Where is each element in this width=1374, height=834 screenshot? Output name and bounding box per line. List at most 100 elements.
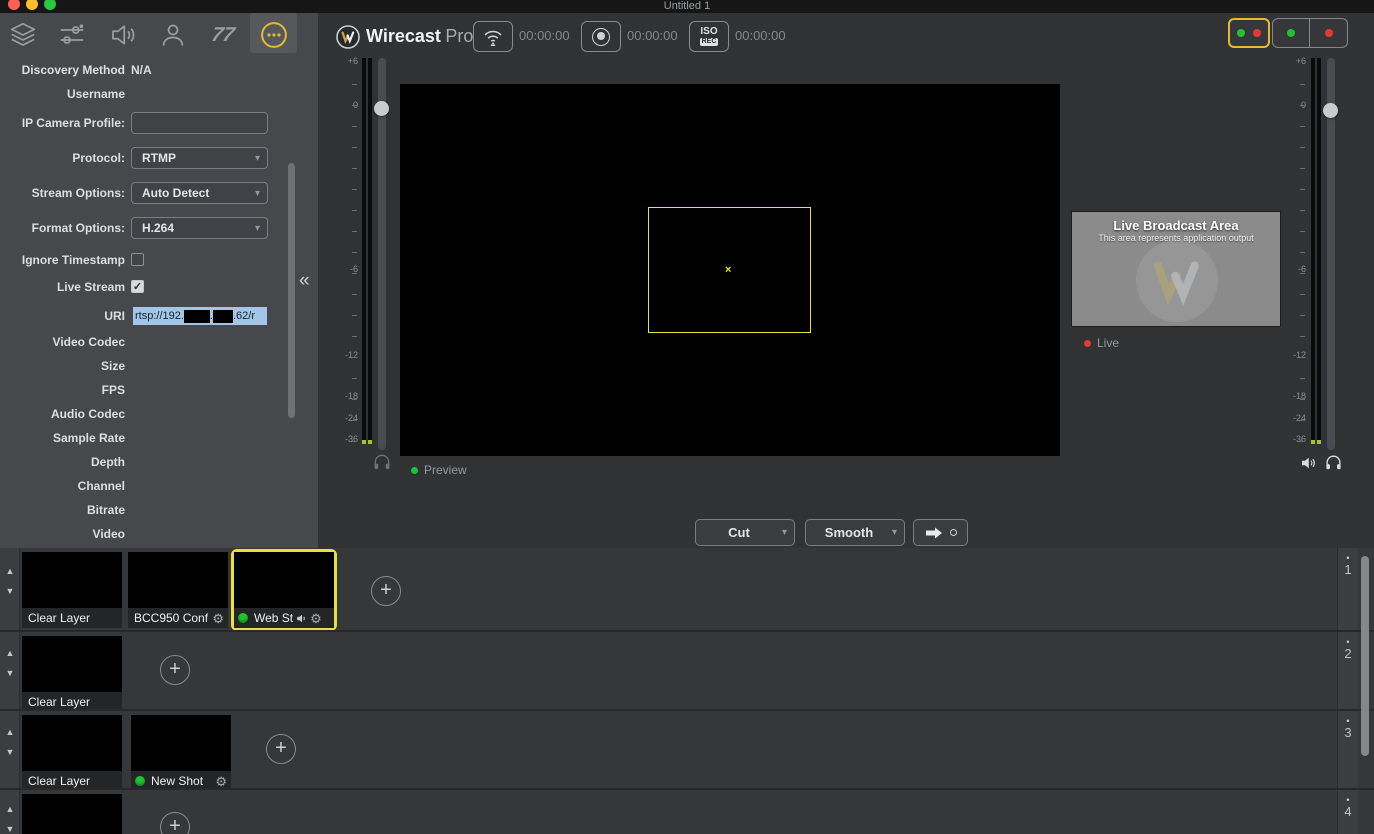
audio-mixer-icon[interactable] [57, 20, 87, 50]
layout-preview-only-button[interactable] [1272, 18, 1310, 48]
app-name: Wirecast [366, 26, 441, 46]
go-transition-button[interactable] [913, 519, 968, 546]
green-dot-icon [1237, 29, 1245, 37]
add-shot-button[interactable]: + [266, 734, 296, 764]
shot-clear-layer[interactable]: Clear Layer [22, 552, 122, 628]
ip-camera-profile-label: IP Camera Profile: [0, 116, 125, 130]
headphones-icon[interactable] [1324, 453, 1343, 477]
protocol-select[interactable]: RTMP ▾ [131, 147, 268, 169]
record-button[interactable] [581, 21, 621, 52]
add-shot-button[interactable]: + [160, 812, 190, 834]
selection-center-handle[interactable]: × [725, 264, 731, 276]
preview-canvas[interactable]: × [400, 84, 1060, 456]
wirecast-logo [336, 25, 360, 49]
layers-icon[interactable] [8, 20, 38, 50]
move-layer-down-button[interactable]: ▼ [0, 747, 20, 757]
window-title: Untitled 1 [0, 0, 1374, 13]
move-layer-down-button[interactable]: ▼ [0, 586, 20, 596]
preview-volume-knob[interactable] [374, 101, 389, 116]
shot-label: BCC950 Conf [128, 611, 208, 625]
live-broadcast-area: Live Broadcast Area This area represents… [1071, 211, 1281, 327]
shot-clear-layer[interactable]: Clear Layer [22, 636, 122, 712]
stream-options-value: Auto Detect [132, 186, 255, 200]
layer-number-column: • 3 [1337, 711, 1358, 788]
move-layer-down-button[interactable]: ▼ [0, 668, 20, 678]
live-dot-icon [135, 776, 145, 786]
depth-label: Depth [0, 455, 125, 469]
shot-clear-layer[interactable]: Clear Layer [22, 794, 122, 834]
uri-text-part: rtsp://192. [135, 310, 184, 322]
iso-record-button[interactable]: ISO REC [689, 21, 729, 52]
layout-live-only-button[interactable] [1310, 18, 1348, 48]
more-options-icon[interactable] [259, 20, 289, 50]
gear-icon[interactable]: ⚙ [215, 775, 231, 788]
shot-label: Clear Layer [22, 695, 90, 709]
shot-new-shot[interactable]: New Shot ⚙ [131, 715, 231, 791]
iso-rec-badge: REC [700, 38, 719, 46]
arrow-right-icon [924, 526, 944, 540]
headphones-icon[interactable] [372, 452, 392, 477]
live-status: Live [1084, 336, 1119, 350]
format-options-label: Format Options: [0, 221, 125, 235]
transition-2-select[interactable]: Smooth ▾ [805, 519, 905, 546]
layout-preview-live-button[interactable] [1228, 18, 1270, 48]
preview-label: Preview [424, 463, 467, 477]
preview-volume-slider[interactable] [378, 58, 386, 450]
discovery-method-label: Discovery Method [0, 63, 125, 77]
layer-number-column: • 4 [1337, 790, 1358, 834]
app-edition: Pro [445, 26, 473, 46]
transition-1-value: Cut [696, 525, 782, 540]
collapse-sidebar-chevron[interactable]: « [299, 270, 310, 292]
speaker-icon[interactable] [1299, 454, 1317, 477]
add-shot-button[interactable]: + [160, 655, 190, 685]
shot-bcc950[interactable]: BCC950 Conf ⚙ [128, 552, 228, 628]
meter-ticks [1300, 64, 1305, 444]
add-shot-button[interactable]: + [371, 576, 401, 606]
layer-number-column: • 1 [1337, 548, 1358, 630]
layers-scrollbar[interactable] [1361, 556, 1369, 756]
uri-input[interactable]: rtsp://192...62/r [133, 307, 267, 325]
speaker-icon[interactable] [295, 612, 308, 625]
move-layer-up-button[interactable]: ▲ [0, 648, 20, 658]
layer-row-1: ▲ ▼ Clear Layer BCC950 Conf ⚙ Web St [0, 548, 1374, 630]
shot-web-stream-selected[interactable]: Web St ⚙ [231, 549, 337, 631]
move-layer-up-button[interactable]: ▲ [0, 804, 20, 814]
social-comments-icon[interactable] [158, 20, 188, 50]
sidebar-scrollbar[interactable] [288, 163, 295, 418]
live-stream-checkbox[interactable] [131, 280, 144, 293]
wirecast-window: Untitled 1 77 [0, 0, 1374, 834]
gear-icon[interactable]: ⚙ [310, 612, 326, 625]
red-dot-icon [1325, 29, 1333, 37]
channel-label: Channel [0, 479, 125, 493]
stream-button[interactable] [473, 21, 513, 52]
size-label: Size [0, 359, 125, 373]
layers-panel: ▲ ▼ Clear Layer BCC950 Conf ⚙ Web St [0, 548, 1374, 834]
move-layer-down-button[interactable]: ▼ [0, 824, 20, 834]
ignore-timestamp-checkbox[interactable] [131, 253, 144, 266]
live-broadcast-title: Live Broadcast Area [1072, 218, 1280, 233]
transition-1-select[interactable]: Cut ▾ [695, 519, 795, 546]
source-selection-box[interactable]: × [648, 207, 811, 333]
source-settings-sidebar: 77 Discovery Method N/A Username IP Came… [0, 13, 318, 548]
replay-icon[interactable]: 77 [205, 20, 241, 50]
shot-thumbnail [22, 552, 122, 608]
stream-time: 00:00:00 [519, 28, 570, 43]
move-layer-up-button[interactable]: ▲ [0, 566, 20, 576]
move-layer-up-button[interactable]: ▲ [0, 727, 20, 737]
layer-reorder-column: ▲ ▼ [0, 711, 20, 788]
shot-clear-layer[interactable]: Clear Layer [22, 715, 122, 791]
layer-row-3: ▲ ▼ Clear Layer New Shot ⚙ + • 3 [0, 711, 1374, 788]
stream-options-select[interactable]: Auto Detect ▾ [131, 182, 268, 204]
green-dot-icon [411, 467, 418, 474]
protocol-label: Protocol: [0, 151, 125, 165]
meter-bar-right-channel [1317, 58, 1321, 444]
ip-camera-profile-input[interactable] [131, 112, 268, 134]
shot-thumbnail [22, 636, 122, 692]
layer-reorder-column: ▲ ▼ [0, 790, 20, 834]
layer-number: 4 [1338, 805, 1358, 819]
gear-icon[interactable]: ⚙ [212, 612, 228, 625]
protocol-value: RTMP [132, 151, 255, 165]
audio-monitor-icon[interactable] [108, 20, 138, 50]
live-volume-knob[interactable] [1323, 103, 1338, 118]
format-options-select[interactable]: H.264 ▾ [131, 217, 268, 239]
